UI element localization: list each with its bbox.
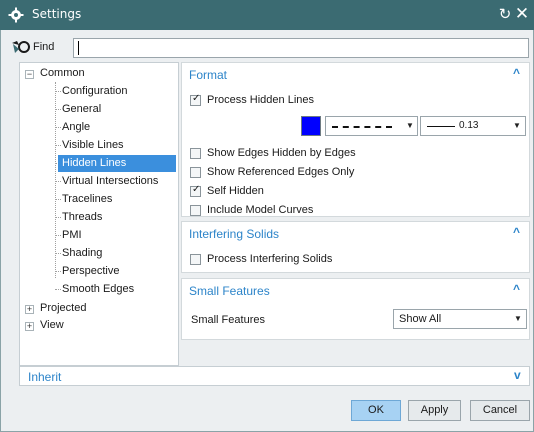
- settings-dialog: Find − Common Configuration General Angl…: [0, 30, 534, 432]
- chevron-up-icon[interactable]: ^: [513, 66, 520, 80]
- small-features-value: Show All: [399, 313, 442, 325]
- process-hidden-lines-checkbox[interactable]: [190, 93, 201, 106]
- format-header[interactable]: Format: [189, 68, 227, 82]
- chevron-up-icon[interactable]: ^: [513, 282, 520, 296]
- include-model-curves-checkbox[interactable]: [190, 205, 201, 216]
- show-edges-hidden-checkbox[interactable]: [190, 148, 201, 159]
- caret-down-icon: ▼: [514, 314, 522, 323]
- collapse-common-icon[interactable]: −: [25, 70, 34, 79]
- show-referenced-label: Show Referenced Edges Only: [207, 166, 355, 178]
- inherit-section[interactable]: Inherit v: [19, 366, 530, 386]
- process-interfering-label: Process Interfering Solids: [207, 253, 333, 265]
- text-caret: [78, 41, 79, 55]
- reset-icon[interactable]: ↻: [497, 5, 513, 23]
- cancel-button[interactable]: Cancel: [470, 400, 530, 421]
- show-edges-hidden-label: Show Edges Hidden by Edges: [207, 147, 356, 159]
- tree-node-label: Common: [40, 67, 85, 79]
- tree-item-threads[interactable]: Threads: [60, 209, 104, 226]
- settings-tree: − Common Configuration General Angle Vis…: [19, 62, 179, 366]
- find-bar: Find: [7, 37, 529, 59]
- tree-item-general[interactable]: General: [60, 101, 103, 118]
- process-interfering-checkbox[interactable]: [190, 254, 201, 265]
- expand-projected-icon[interactable]: +: [25, 305, 34, 314]
- small-features-header[interactable]: Small Features: [189, 284, 270, 298]
- tree-node-label: View: [40, 319, 64, 331]
- tree-connector: [55, 82, 56, 278]
- tree-node-projected[interactable]: Projected: [40, 300, 86, 317]
- line-font-dropdown[interactable]: ▼: [325, 116, 418, 136]
- tree-item-visible-lines[interactable]: Visible Lines: [60, 137, 126, 154]
- apply-button[interactable]: Apply: [408, 400, 461, 421]
- small-features-dropdown[interactable]: Show All ▼: [393, 309, 527, 329]
- solid-line-sample: [427, 126, 455, 127]
- interfering-solids-panel: Interfering Solids ^ Process Interfering…: [181, 221, 530, 273]
- chevron-up-icon[interactable]: ^: [513, 225, 520, 239]
- tree-item-perspective[interactable]: Perspective: [60, 263, 121, 280]
- self-hidden-checkbox[interactable]: [190, 184, 201, 197]
- tree-item-pmi[interactable]: PMI: [60, 227, 84, 244]
- format-panel: Format ^ Process Hidden Lines ▼ 0.13 ▼ S…: [181, 62, 530, 217]
- tree-item-virtual-intersections[interactable]: Virtual Intersections: [60, 173, 160, 190]
- small-features-label: Small Features: [191, 314, 265, 326]
- tree-item-hidden-lines[interactable]: Hidden Lines: [58, 155, 176, 172]
- line-width-dropdown[interactable]: 0.13 ▼: [420, 116, 526, 136]
- tree-node-view[interactable]: View: [40, 317, 64, 334]
- process-hidden-lines-label: Process Hidden Lines: [207, 94, 315, 106]
- find-label: Find: [33, 41, 55, 53]
- line-color-swatch[interactable]: [301, 116, 321, 136]
- gear-icon: [8, 7, 24, 23]
- expand-view-icon[interactable]: +: [25, 322, 34, 331]
- tree-node-common[interactable]: Common: [40, 65, 85, 82]
- find-icon: [12, 41, 30, 53]
- include-model-curves-label: Include Model Curves: [207, 204, 314, 216]
- title-bar: Settings ↻ ✕: [0, 0, 534, 30]
- caret-down-icon: ▼: [406, 121, 414, 130]
- tree-item-configuration[interactable]: Configuration: [60, 83, 129, 100]
- show-referenced-checkbox[interactable]: [190, 167, 201, 178]
- line-width-value: 0.13: [459, 120, 479, 131]
- dashed-line-sample: [332, 126, 392, 128]
- inherit-header: Inherit: [28, 370, 62, 384]
- window-title: Settings: [32, 7, 82, 21]
- tree-item-smooth-edges[interactable]: Smooth Edges: [60, 281, 136, 298]
- tree-item-angle[interactable]: Angle: [60, 119, 92, 136]
- ok-button[interactable]: OK: [351, 400, 401, 421]
- caret-down-icon: ▼: [513, 121, 521, 130]
- chevron-down-icon[interactable]: v: [514, 368, 521, 382]
- small-features-panel: Small Features ^ Small Features Show All…: [181, 278, 530, 340]
- tree-node-label: Projected: [40, 302, 87, 314]
- self-hidden-label: Self Hidden: [207, 185, 264, 197]
- find-input[interactable]: [73, 38, 529, 58]
- close-icon[interactable]: ✕: [514, 4, 530, 24]
- tree-item-tracelines[interactable]: Tracelines: [60, 191, 114, 208]
- tree-item-shading[interactable]: Shading: [60, 245, 104, 262]
- interfering-solids-header[interactable]: Interfering Solids: [189, 227, 279, 241]
